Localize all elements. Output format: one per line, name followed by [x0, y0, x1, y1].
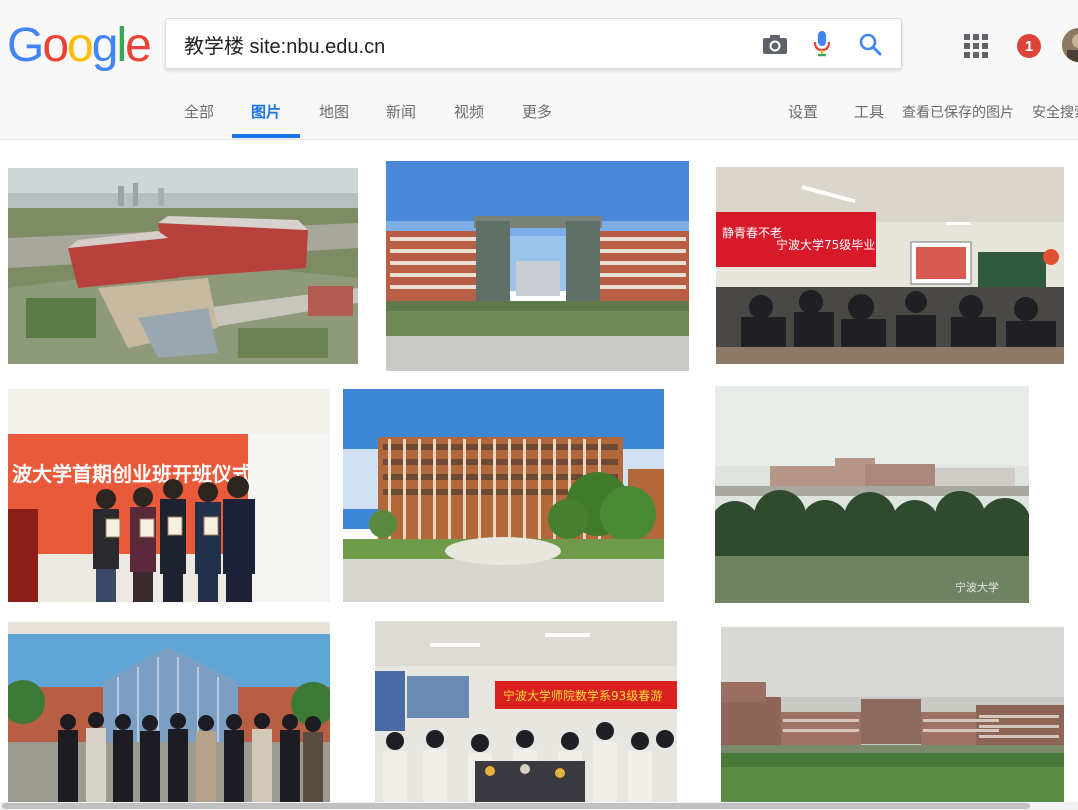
image-caption: 宁波大学师院数学系93级春游 [503, 688, 662, 703]
logo-letter: o [42, 19, 69, 72]
google-logo[interactable]: Google [7, 18, 152, 74]
notification-badge[interactable]: 1 [1017, 34, 1041, 58]
banner-text-left: 静青春不老 [722, 226, 782, 240]
scrollbar-thumb[interactable] [2, 803, 1030, 809]
camera-icon[interactable] [761, 30, 789, 58]
tab-maps[interactable]: 地图 [319, 101, 349, 122]
tab-images[interactable]: 图片 [251, 101, 281, 122]
image-caption: 宁波大学 [955, 580, 999, 594]
logo-letter: e [125, 19, 152, 72]
search-icon[interactable] [856, 30, 884, 58]
tab-news[interactable]: 新闻 [386, 101, 416, 122]
image-result[interactable]: 宁波大学 [715, 386, 1029, 603]
apps-grid-icon[interactable] [964, 34, 988, 58]
image-result[interactable] [721, 627, 1064, 802]
logo-letter: G [7, 19, 44, 72]
image-result[interactable] [343, 389, 664, 602]
logo-letter: l [116, 19, 127, 72]
image-result[interactable]: 宁波大学师院数学系93级春游 [375, 621, 677, 802]
tab-videos[interactable]: 视频 [454, 101, 484, 122]
image-result[interactable]: 静青春不老 宁波大学75级毕业 [716, 167, 1064, 364]
notification-count: 1 [1024, 37, 1034, 55]
search-input[interactable] [184, 28, 744, 60]
tools-link[interactable]: 工具 [854, 101, 884, 122]
image-result[interactable]: 波大学首期创业班开班仪式 [8, 389, 330, 602]
microphone-icon[interactable] [808, 30, 836, 58]
image-caption: 波大学首期创业班开班仪式 [12, 462, 252, 486]
active-tab-indicator [232, 134, 300, 138]
tab-more[interactable]: 更多 [522, 101, 552, 122]
logo-letter: o [67, 19, 94, 72]
logo-letter: g [91, 19, 119, 72]
tab-all[interactable]: 全部 [184, 101, 214, 122]
settings-link[interactable]: 设置 [788, 101, 818, 122]
horizontal-scrollbar[interactable] [0, 802, 1078, 810]
image-result[interactable] [386, 161, 689, 371]
safesearch-link[interactable]: 安全搜索 [1032, 102, 1078, 122]
top-bar: Google 1 全部 图片 地图 新闻 视频 更多 设置 工具 查看已保存的图… [0, 0, 1078, 140]
image-result[interactable] [8, 168, 358, 364]
avatar[interactable] [1062, 28, 1078, 62]
image-result[interactable] [8, 622, 330, 802]
search-box [165, 18, 902, 69]
image-caption: 宁波大学75级毕业 [776, 237, 875, 252]
saved-images-link[interactable]: 查看已保存的图片 [902, 102, 1014, 122]
